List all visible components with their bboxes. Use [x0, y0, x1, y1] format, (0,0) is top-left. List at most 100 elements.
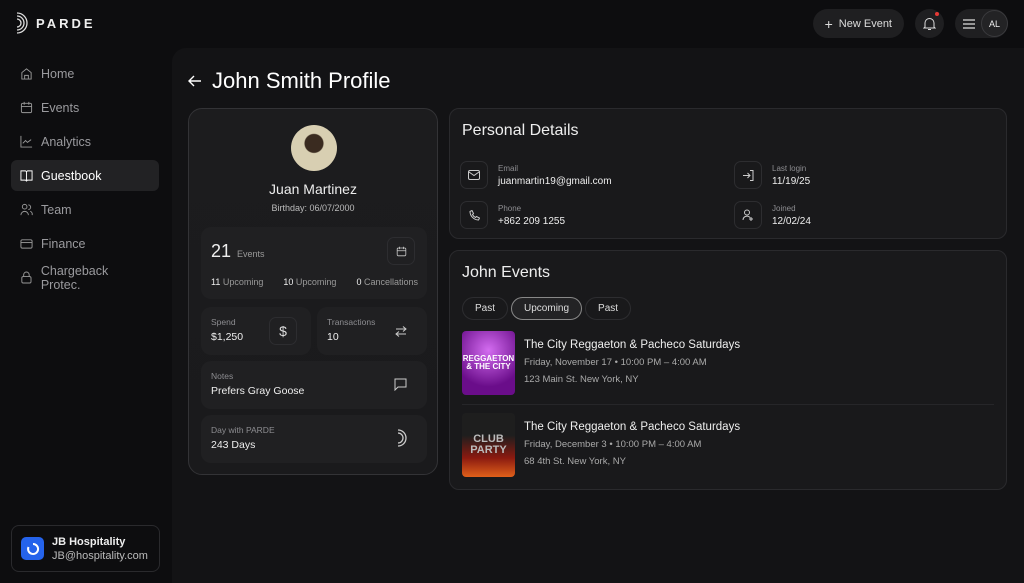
days-label: Day with PARDE	[211, 425, 275, 435]
stat-cancellations: 0 Cancellations	[356, 277, 419, 287]
sidebar-item-analytics[interactable]: Analytics	[11, 126, 159, 157]
book-icon	[20, 170, 33, 182]
notification-dot	[935, 12, 939, 16]
notes-tile: Notes Prefers Gray Goose	[201, 361, 427, 409]
events-tabs: Past Upcoming Past	[462, 297, 632, 320]
personal-details-card: Personal Details Email juanmartin19@gmail…	[449, 108, 1007, 239]
lock-icon	[21, 271, 32, 284]
sidebar-item-label: Events	[41, 100, 80, 115]
login-icon	[734, 161, 762, 189]
sidebar-item-chargeback[interactable]: Chargeback Protec.	[11, 262, 159, 293]
phone-label: Phone	[498, 203, 522, 213]
transactions-value: 10	[327, 331, 339, 343]
spend-tile: Spend $1,250 $	[201, 307, 311, 355]
transfer-icon	[387, 317, 415, 345]
phone-field: Phone +862 209 1255	[460, 201, 565, 229]
section-title: Personal Details	[462, 122, 579, 139]
page-title: John Smith Profile	[212, 68, 391, 93]
card-icon	[20, 239, 33, 249]
notifications-button[interactable]	[915, 9, 944, 38]
comment-icon	[394, 378, 407, 391]
notes-label: Notes	[211, 371, 234, 381]
last-login-label: Last login	[772, 163, 807, 173]
plus-icon: +	[824, 15, 833, 32]
phone-value[interactable]: +862 209 1255	[498, 216, 565, 227]
event-title: The City Reggaeton & Pacheco Saturdays	[524, 421, 741, 433]
brand-logo[interactable]: PARDE	[16, 12, 96, 34]
notes-value: Prefers Gray Goose	[211, 385, 305, 397]
joined-label: Joined	[772, 203, 796, 213]
email-label: Email	[498, 163, 519, 173]
joined-value: 12/02/24	[772, 215, 811, 227]
user-plus-icon	[734, 201, 762, 229]
home-icon	[21, 68, 32, 80]
profile-name: Juan Martinez	[269, 181, 357, 197]
org-email: JB@hospitality.com	[52, 549, 148, 562]
sidebar-item-finance[interactable]: Finance	[11, 228, 159, 259]
brand-name: PARDE	[36, 15, 96, 31]
events-label: Events	[237, 249, 265, 259]
event-list-item[interactable]: REGGAETON & THE CITY The City Reggaeton …	[462, 331, 740, 395]
calendar-icon	[20, 101, 33, 114]
profile-birthday: Birthday: 06/07/2000	[271, 203, 355, 213]
event-time: Friday, November 17 • 10:00 PM – 4:00 AM	[524, 357, 707, 368]
transactions-label: Transactions	[327, 317, 376, 327]
tab-past[interactable]: Past	[462, 297, 509, 320]
dollar-icon: $	[269, 317, 297, 345]
section-title: John Events	[462, 264, 551, 281]
profile-avatar	[291, 125, 337, 171]
sidebar-item-team[interactable]: Team	[11, 194, 159, 225]
new-event-label: New Event	[838, 17, 892, 30]
events-card: John Events Past Upcoming Past REGGAETON…	[449, 250, 1007, 490]
email-field: Email juanmartin19@gmail.com	[460, 161, 612, 189]
sidebar-item-label: Team	[41, 202, 72, 217]
sidebar-item-label: Analytics	[41, 134, 92, 149]
tab-past-2[interactable]: Past	[585, 297, 632, 320]
last-login-value: 11/19/25	[772, 175, 811, 187]
user-avatar[interactable]: AL	[981, 10, 1008, 37]
organization-switcher[interactable]: JB Hospitality JB@hospitality.com	[11, 525, 160, 572]
bell-icon	[923, 17, 936, 30]
profile-card: Juan Martinez Birthday: 06/07/2000 21 Eve…	[188, 108, 438, 475]
parde-logo-icon	[397, 429, 407, 447]
new-event-button[interactable]: + New Event	[812, 9, 904, 38]
joined-field: Joined 12/02/24	[734, 201, 811, 229]
events-count: 21	[211, 241, 232, 261]
spend-label: Spend	[211, 317, 236, 327]
stat-upcoming: 10 Upcoming	[283, 277, 337, 287]
events-summary-tile: 21 Events 11 Upcoming 10 Upcoming 0 Cance…	[201, 227, 427, 299]
sidebar-item-label: Guestbook	[41, 168, 102, 183]
topbar: + New Event AL	[812, 9, 1008, 38]
days-tile: Day with PARDE 243 Days	[201, 415, 427, 463]
event-thumbnail: CLUB PARTY	[462, 413, 515, 477]
event-location: 123 Main St. New York, NY	[524, 374, 639, 385]
sidebar-item-home[interactable]: Home	[11, 58, 159, 89]
mail-icon	[460, 161, 488, 189]
event-time: Friday, December 3 • 10:00 PM – 4:00 AM	[524, 439, 702, 450]
days-value: 243 Days	[211, 439, 256, 451]
event-location: 68 4th St. New York, NY	[524, 456, 626, 467]
chart-icon	[20, 135, 33, 148]
event-list-item[interactable]: CLUB PARTY The City Reggaeton & Pacheco …	[462, 413, 740, 477]
parde-logo-icon	[16, 12, 28, 34]
org-name: JB Hospitality	[52, 535, 126, 548]
email-value[interactable]: juanmartin19@gmail.com	[498, 176, 612, 187]
sidebar-item-label: Chargeback Protec.	[40, 263, 109, 292]
sidebar-item-guestbook[interactable]: Guestbook	[11, 160, 159, 191]
back-arrow-icon[interactable]	[188, 75, 202, 87]
events-stats: 11 Upcoming 10 Upcoming 0 Cancellations	[211, 277, 418, 287]
last-login-field: Last login 11/19/25	[734, 161, 810, 189]
sidebar-item-label: Home	[41, 66, 75, 81]
menu-icon	[963, 18, 975, 29]
tab-upcoming[interactable]: Upcoming	[511, 297, 583, 320]
transactions-tile: Transactions 10	[317, 307, 427, 355]
phone-icon	[460, 201, 488, 229]
stat-upcoming: 11 Upcoming	[211, 277, 264, 287]
org-logo-icon	[21, 537, 44, 560]
event-title: The City Reggaeton & Pacheco Saturdays	[524, 339, 741, 351]
account-menu[interactable]: AL	[955, 9, 1008, 38]
event-thumbnail: REGGAETON & THE CITY	[462, 331, 515, 395]
sidebar-item-events[interactable]: Events	[11, 92, 159, 123]
calendar-icon	[387, 237, 415, 265]
sidebar-nav: Home Events Analytics Guestbook Team Fin…	[11, 58, 159, 296]
